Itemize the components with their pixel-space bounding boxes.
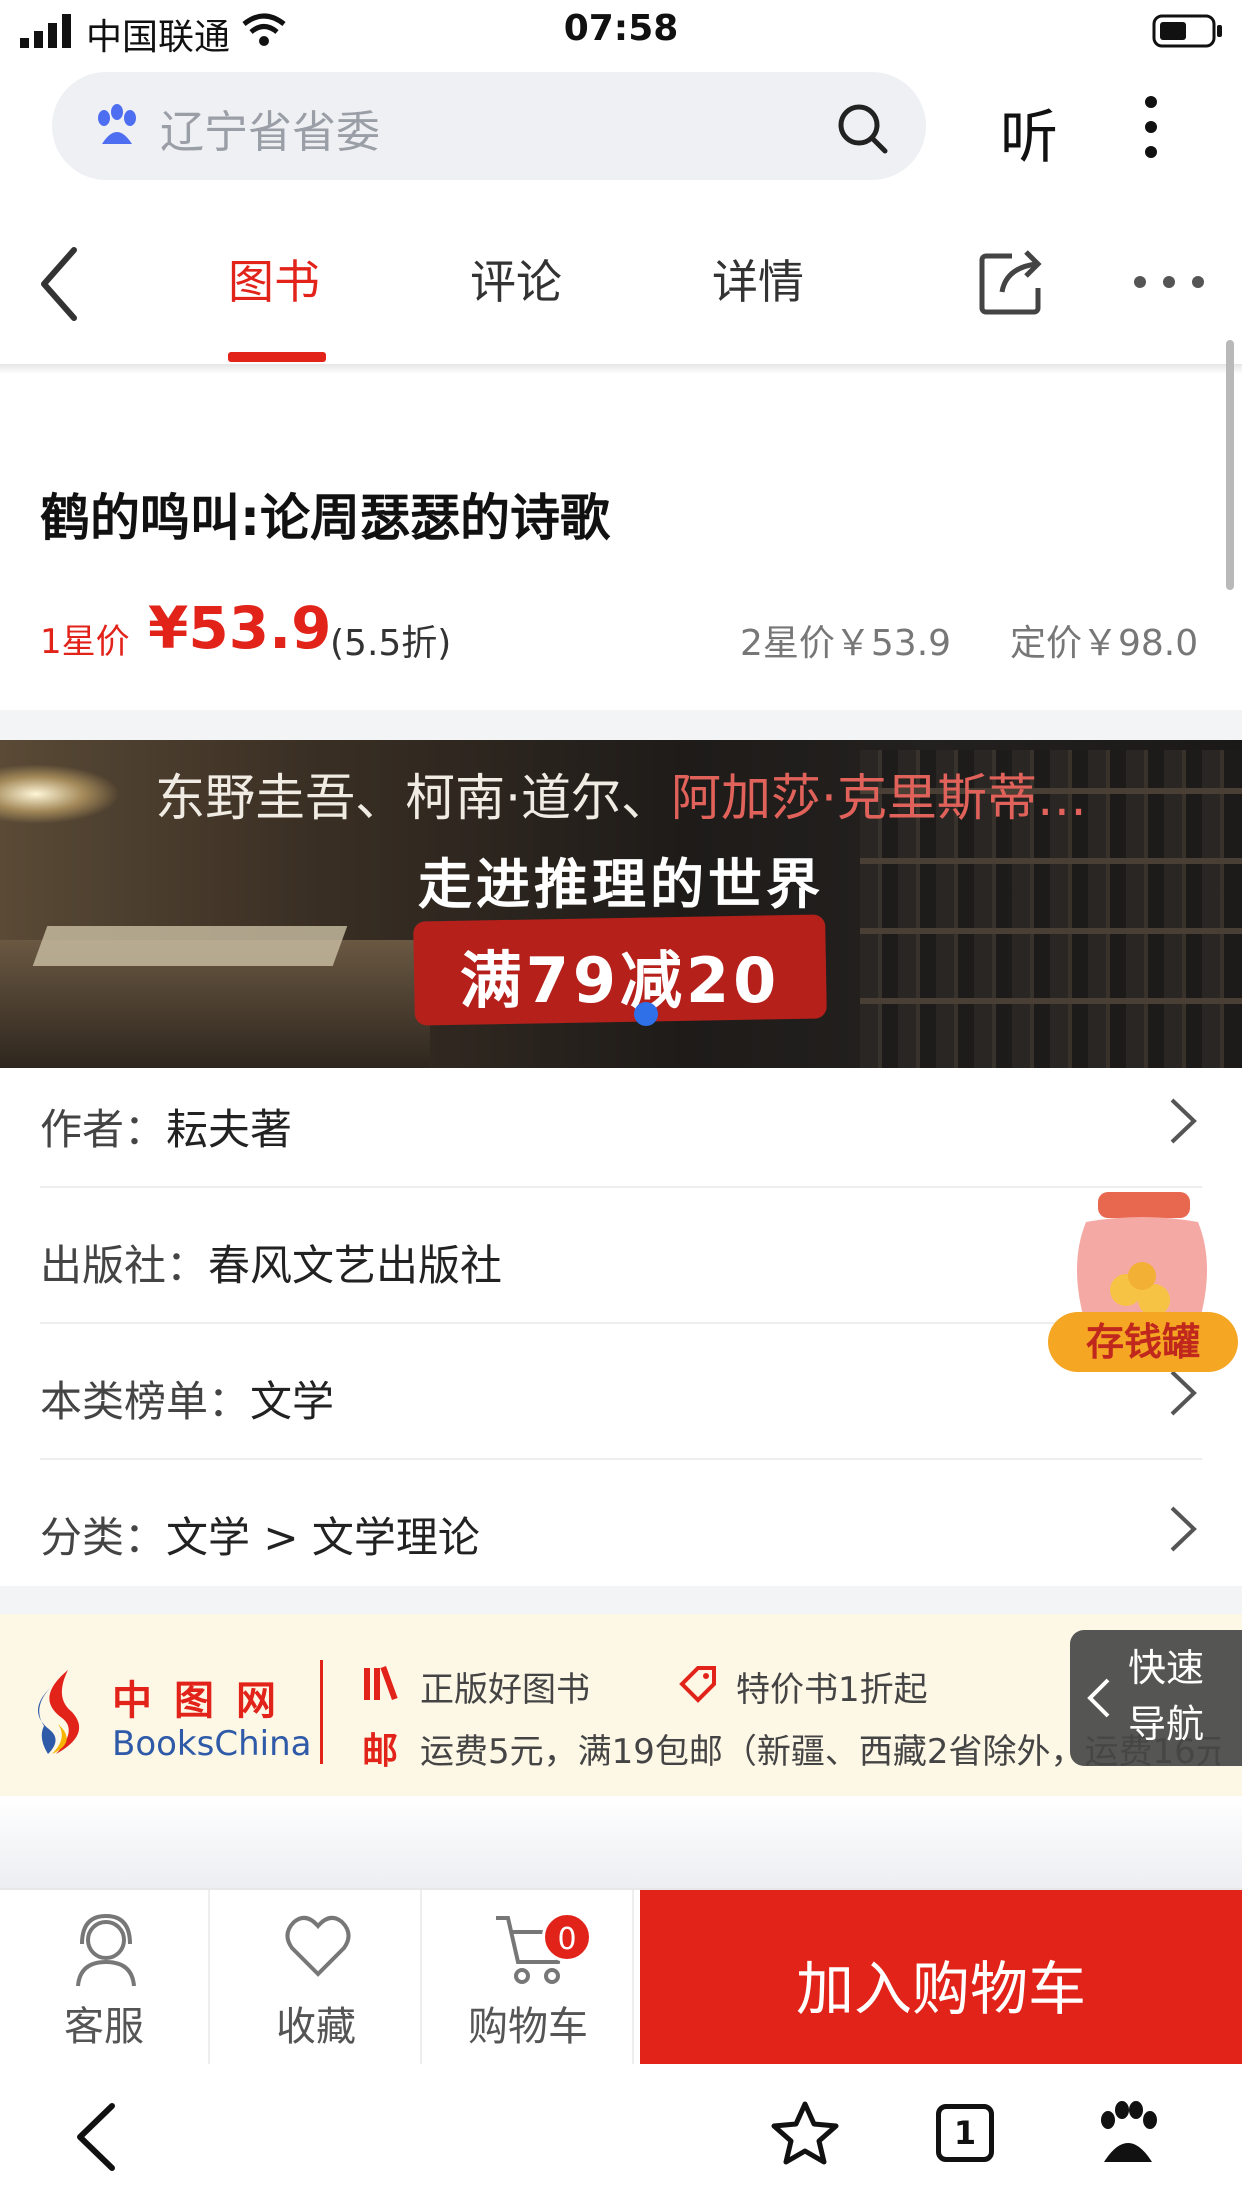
star1-price-label: 1星价 [40,622,130,662]
banner-papers-graphic [32,926,348,966]
purchase-action-bar: 客服 收藏 0 购物车 加入购物车 [0,1888,1242,2066]
baidu-paw-icon [98,104,136,144]
cart-count-badge: 0 [542,1912,592,1962]
book-title: 鹤的鸣叫:论周瑟瑟的诗歌 [40,489,610,547]
scrollbar[interactable] [1226,340,1234,590]
clock: 07:58 [563,8,679,49]
banner-authors-red: 阿加莎·克里斯蒂… [671,769,1087,827]
tab-books[interactable]: 图书 [228,246,320,312]
section-divider [0,1796,1242,1888]
listen-button[interactable]: 听 [1000,90,1058,174]
banner-authors-white: 东野圭吾、柯南·道尔、 [155,769,671,827]
tab-reviews[interactable]: 评论 [470,246,562,312]
chevron-right-icon [1170,1506,1197,1552]
bookschina-logo [38,1670,80,1754]
baidu-home-icon[interactable] [1096,2100,1160,2166]
chevron-right-icon [1170,1098,1197,1144]
share-icon[interactable] [976,246,1048,318]
bookschina-name-en: BooksChina [112,1724,312,1764]
customer-service-label: 客服 [64,2004,144,2050]
star2-price: 2星价￥53.9 [740,623,952,664]
heart-icon [285,1915,351,1977]
quick-nav-label: 快速导航 [1128,1646,1205,1746]
tabs-count-button[interactable]: 1 [936,2104,994,2162]
price-row: 1星价 ¥53.9 (5.5折) 2星价￥53.9 定价￥98.0 [40,590,1210,670]
discount-rate: (5.5折) [330,623,452,664]
author-label: 作者： [40,1105,167,1154]
price-tag-icon [679,1666,716,1703]
section-divider [0,710,1242,740]
list-price: 定价￥98.0 [1010,623,1199,664]
info-row-ranking[interactable]: 本类榜单：文学 [40,1324,1202,1460]
add-to-cart-label: 加入购物车 [795,1955,1086,2023]
tab-details[interactable]: 详情 [712,246,804,312]
promo-banner[interactable]: 东野圭吾、柯南·道尔、阿加莎·克里斯蒂… 走进推理的世界 满79减20 [0,740,1242,1068]
cart-label: 购物车 [468,2004,588,2050]
more-horizontal-icon[interactable] [1132,274,1206,290]
more-vertical-icon[interactable] [1136,94,1166,160]
strip-divider [320,1660,323,1764]
active-tab-indicator [228,352,326,362]
publisher-label: 出版社： [40,1241,209,1290]
ranking-value: 文学 [250,1377,335,1426]
info-row-category[interactable]: 分类：文学 > 文学理论 [40,1460,1202,1596]
customer-service-button[interactable]: 客服 [0,1890,210,2066]
info-row-author[interactable]: 作者：耘夫著 [40,1052,1202,1188]
browser-back-icon[interactable] [72,2102,122,2172]
page-tabs: 图书 评论 详情 [0,210,1242,366]
ranking-text: 本类榜单：文学 [40,1368,334,1429]
banner-authors: 东野圭吾、柯南·道尔、阿加莎·克里斯蒂… [0,758,1242,830]
books-icon [364,1665,398,1701]
info-row-publisher[interactable]: 出版社：春风文艺出版社 [40,1188,1202,1324]
category-text: 分类：文学 > 文学理论 [40,1504,480,1565]
search-icon[interactable] [836,102,890,156]
browser-toolbar: 1 [0,2064,1242,2208]
search-input[interactable]: 辽宁省省委 [160,96,380,160]
mail-icon: 邮 [362,1731,399,1772]
cart-button[interactable]: 0 购物车 [424,1890,634,2066]
favorite-button[interactable]: 收藏 [212,1890,422,2066]
tabs-shadow [0,364,1242,374]
author-value: 耘夫著 [166,1105,293,1154]
chevron-left-icon [1087,1678,1110,1718]
bookschina-strip[interactable]: 中图网 BooksChina 正版好图书 特价书1折起 邮 运费5元，满19包邮… [0,1614,1242,1796]
section-divider [0,1586,1242,1614]
favorite-label: 收藏 [276,2004,356,2050]
search-bar[interactable]: 辽宁省省委 [52,72,926,180]
battery-icon [1152,14,1222,48]
add-to-cart-button[interactable]: 加入购物车 [640,1890,1242,2066]
ranking-label: 本类榜单： [40,1377,251,1426]
banner-headline: 走进推理的世界 [418,853,824,916]
back-arrow-icon[interactable] [36,244,86,324]
banner-promo-text: 满79减20 [459,944,781,1017]
feature-genuine-books: 正版好图书 [420,1670,590,1710]
piggy-bank-label[interactable]: 存钱罐 [1048,1312,1238,1372]
quick-nav-button[interactable]: 快速导航 [1070,1630,1242,1766]
status-bar: 中国联通 07:58 [0,0,1242,64]
chevron-right-icon [1170,1370,1197,1416]
star1-price: ¥53.9 [148,594,332,662]
headset-icon [76,1913,136,1987]
publisher-text: 出版社：春风文艺出版社 [40,1232,502,1293]
publisher-value: 春风文艺出版社 [208,1241,503,1290]
carousel-indicator[interactable] [634,1002,658,1026]
feature-discount-books: 特价书1折起 [736,1670,928,1710]
screen: 中国联通 07:58 辽宁省省委 听 图书 评论 详情 鹤的鸣叫:论周瑟瑟的诗歌… [0,0,1242,2208]
author-text: 作者：耘夫著 [40,1096,292,1157]
category-label: 分类： [40,1513,167,1562]
bookschina-name-cn: 中图网 [112,1678,298,1724]
bookmark-star-icon[interactable] [770,2100,840,2166]
category-value: 文学 > 文学理论 [166,1513,480,1562]
